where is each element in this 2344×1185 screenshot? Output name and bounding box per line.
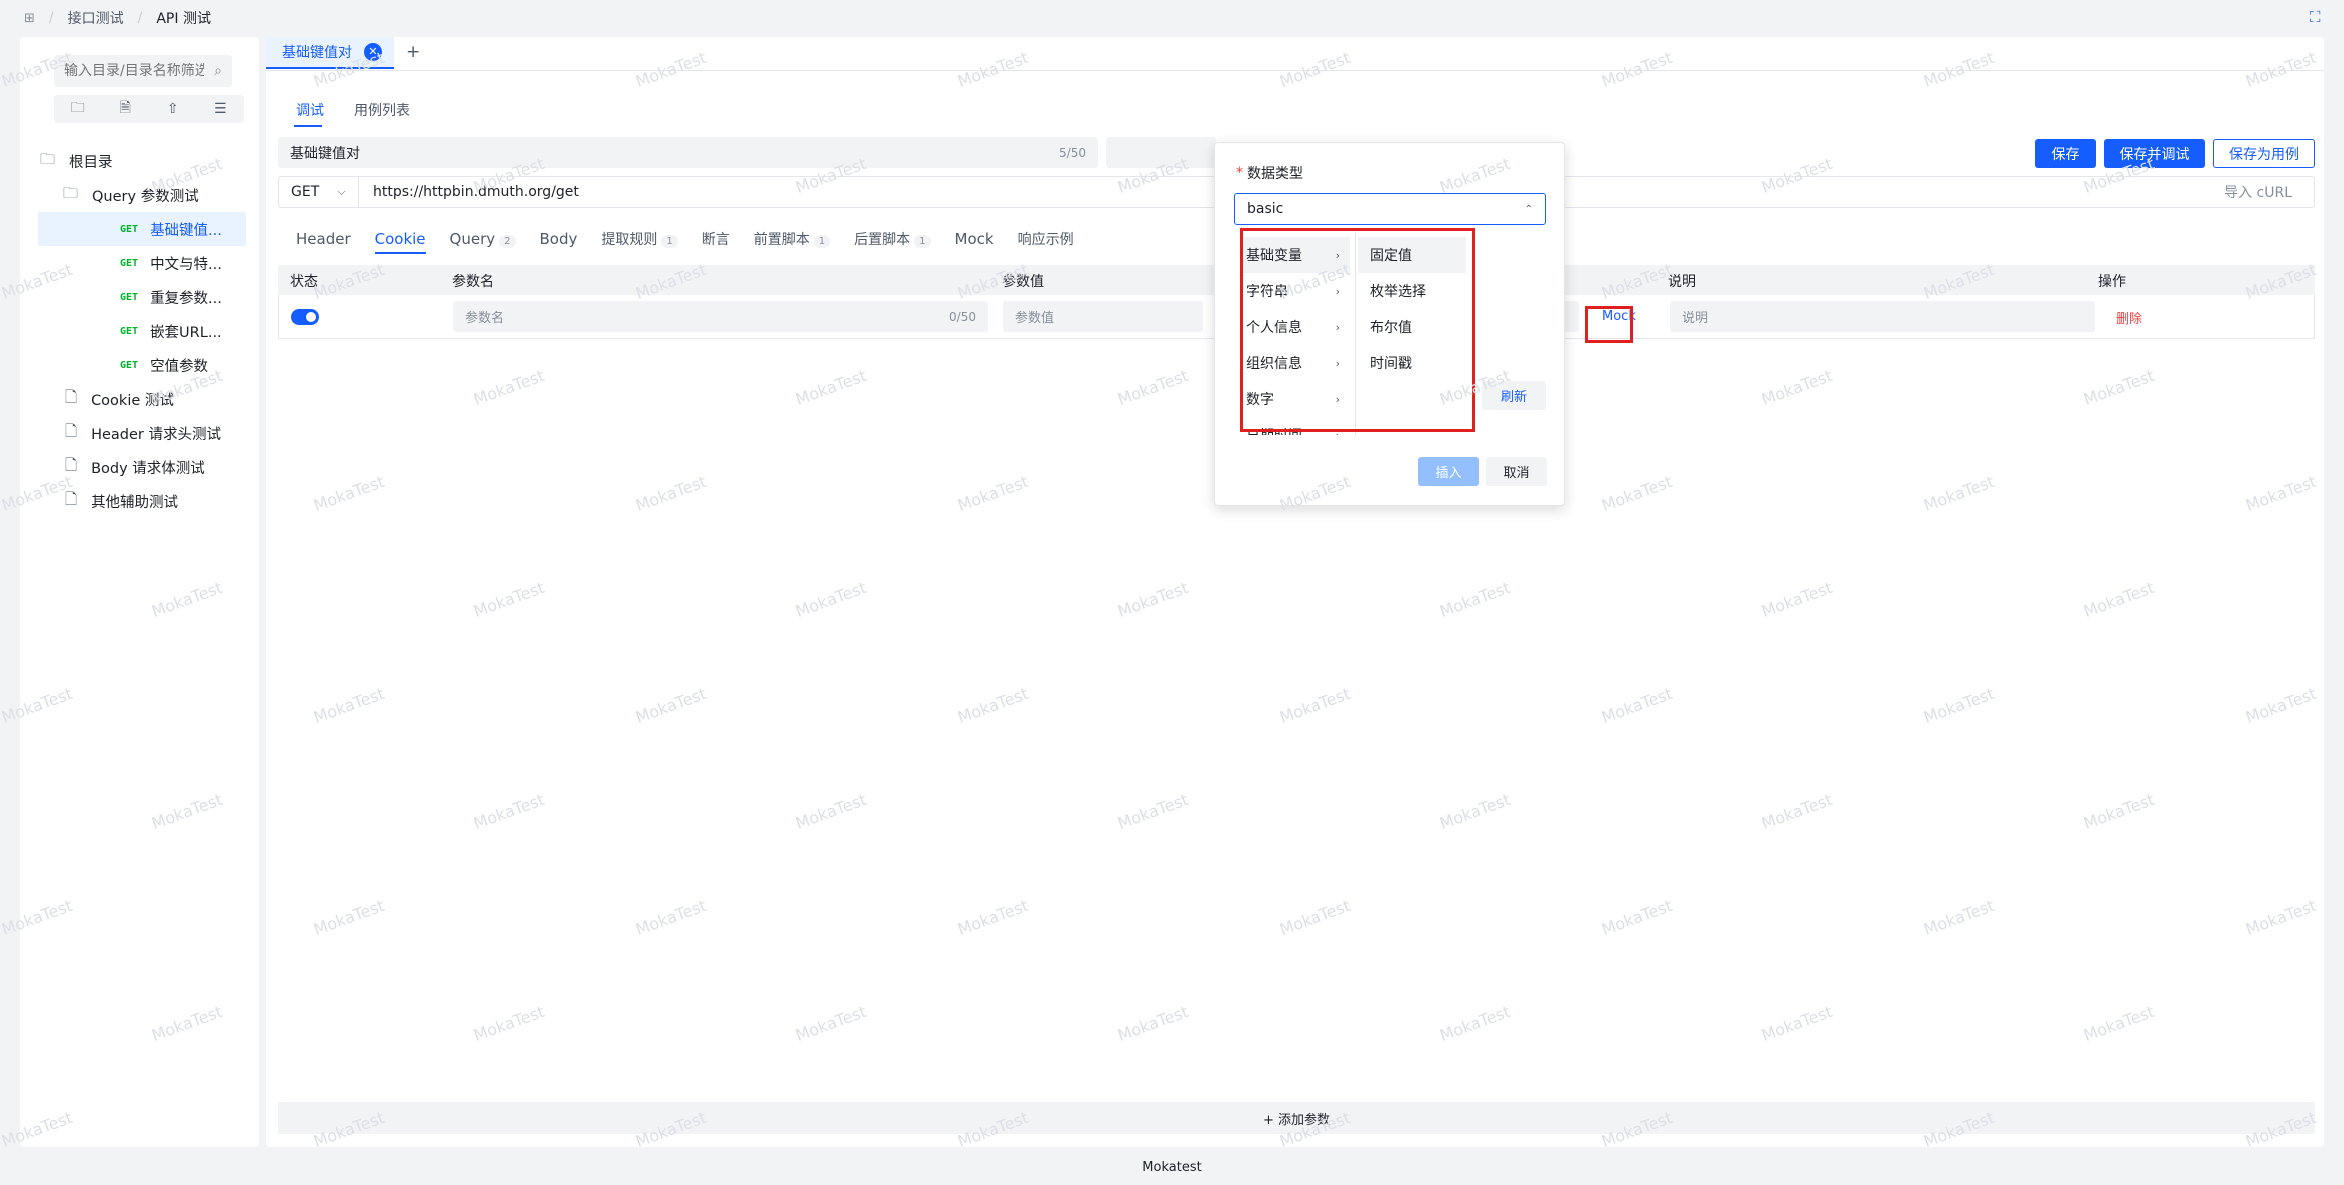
highlight-box-mock bbox=[1585, 306, 1633, 343]
upload-icon[interactable]: ⇧ bbox=[149, 101, 196, 117]
add-folder-icon[interactable]: 🗀 bbox=[54, 97, 101, 121]
th-desc: 说明 bbox=[1668, 274, 1696, 290]
th-value: 参数值 bbox=[1002, 274, 1044, 290]
tree-node-selected[interactable]: GET 基础键值... bbox=[38, 212, 246, 246]
count-badge: 1 bbox=[661, 235, 678, 248]
param-desc-input[interactable]: 说明 bbox=[1670, 301, 2095, 332]
sort-icon[interactable]: ☰ bbox=[197, 101, 244, 117]
tree-node-root[interactable]: 🗀 根目录 bbox=[40, 144, 113, 178]
mode-tab-debug[interactable]: 调试 bbox=[296, 100, 324, 120]
file-icon: 🗋 bbox=[65, 455, 78, 474]
file-icon: 🗋 bbox=[65, 421, 78, 440]
folder-icon: 🗀 bbox=[63, 183, 79, 202]
param-value-input[interactable]: 参数值 bbox=[1003, 301, 1203, 332]
th-op: 操作 bbox=[2098, 274, 2126, 290]
chevron-up-icon: ⌃ bbox=[1524, 203, 1533, 215]
refresh-button[interactable]: 刷新 bbox=[1482, 381, 1546, 410]
tree-node-other[interactable]: 🗋 其他辅助测试 bbox=[65, 484, 178, 518]
tree-node-query[interactable]: 🗀 Query 参数测试 bbox=[63, 178, 199, 212]
tree-node-get[interactable]: GET 中文与特... bbox=[120, 246, 222, 280]
breadcrumb: ⊞ / 接口测试 / API 测试 bbox=[0, 0, 2344, 36]
subtab-cookie[interactable]: Cookie bbox=[374, 230, 426, 254]
file-icon: 🗋 bbox=[65, 387, 78, 406]
subtab-indicator bbox=[374, 252, 426, 254]
grid-icon[interactable]: ⊞ bbox=[24, 11, 35, 26]
breadcrumb-item-api-test-module[interactable]: 接口测试 bbox=[68, 8, 124, 28]
sidebar: ⌕ 🗀 🗎 ⇧ ☰ 🗀根目录 🗀Query 参数测试 GET基础键值... GE… bbox=[20, 37, 259, 1147]
add-param-button[interactable]: + 添加参数 bbox=[278, 1102, 2315, 1134]
fullscreen-icon[interactable]: ⛶ bbox=[2310, 8, 2321, 26]
chevron-down-icon: ⌵ bbox=[337, 185, 346, 198]
insert-button[interactable]: 插入 bbox=[1418, 457, 1479, 486]
tab-active[interactable]: 基础键值对 ✕ bbox=[266, 37, 394, 69]
th-status: 状态 bbox=[290, 274, 318, 290]
tree-node-header[interactable]: 🗋 Header 请求头测试 bbox=[65, 416, 221, 450]
close-icon[interactable]: ✕ bbox=[364, 43, 382, 61]
footer-text: Mokatest bbox=[1142, 1160, 1202, 1175]
highlight-box-cascader bbox=[1240, 228, 1475, 432]
subtab-assertion[interactable]: 断言 bbox=[702, 229, 730, 249]
tree-toolbar: 🗀 🗎 ⇧ ☰ bbox=[54, 95, 244, 123]
subtab-extract[interactable]: 提取规则 1 bbox=[601, 229, 678, 249]
tree-search[interactable]: ⌕ bbox=[54, 55, 232, 87]
import-curl-button[interactable]: 导入 cURL bbox=[2224, 182, 2292, 202]
tree-node-get[interactable]: GET 重复参数... bbox=[120, 280, 222, 314]
count-badge: 1 bbox=[914, 235, 931, 248]
tree-node-get[interactable]: GET 空值参数 bbox=[120, 348, 208, 382]
request-tags-input[interactable] bbox=[1106, 137, 1216, 168]
th-name: 参数名 bbox=[452, 274, 494, 290]
add-tab-button[interactable]: + bbox=[406, 42, 420, 62]
mode-tab-cases[interactable]: 用例列表 bbox=[354, 100, 410, 120]
tab-divider bbox=[266, 70, 2324, 71]
subtab-response-example[interactable]: 响应示例 bbox=[1018, 229, 1074, 249]
tree-search-input[interactable] bbox=[64, 63, 204, 79]
enable-toggle[interactable] bbox=[291, 309, 319, 325]
mode-tab-indicator bbox=[294, 125, 322, 127]
tree-node-get[interactable]: GET 嵌套URL... bbox=[120, 314, 222, 348]
request-name-input[interactable]: 基础键值对 5/50 bbox=[278, 137, 1098, 168]
subtab-post-script[interactable]: 后置脚本 1 bbox=[854, 229, 931, 249]
delete-button[interactable]: 删除 bbox=[2116, 308, 2142, 327]
count-badge: 2 bbox=[499, 235, 516, 248]
add-file-icon[interactable]: 🗎 bbox=[102, 97, 149, 121]
datatype-label: * 数据类型 bbox=[1236, 165, 1303, 182]
subtab-body[interactable]: Body bbox=[540, 230, 578, 248]
tree-node-cookie[interactable]: 🗋 Cookie 测试 bbox=[65, 382, 174, 416]
save-as-case-button[interactable]: 保存为用例 bbox=[2213, 139, 2315, 168]
count-badge: 1 bbox=[813, 235, 831, 248]
file-icon: 🗋 bbox=[65, 489, 78, 508]
subtab-mock[interactable]: Mock bbox=[955, 230, 994, 248]
subtab-pre-script[interactable]: 前置脚本 1 bbox=[754, 229, 831, 249]
request-subtabs: Header Cookie Query 2 Body 提取规则 1 断言 前置脚本 1… bbox=[296, 227, 1074, 254]
save-and-debug-button[interactable]: 保存并调试 bbox=[2104, 139, 2205, 168]
subtab-header[interactable]: Header bbox=[296, 230, 351, 248]
method-select[interactable]: GET ⌵ bbox=[279, 177, 359, 207]
save-button[interactable]: 保存 bbox=[2035, 139, 2096, 168]
subtab-query[interactable]: Query 2 bbox=[450, 230, 516, 248]
param-name-input[interactable]: 参数名 0/50 bbox=[453, 301, 988, 332]
breadcrumb-item-current: API 测试 bbox=[156, 11, 211, 27]
search-icon[interactable]: ⌕ bbox=[214, 63, 222, 79]
cancel-button[interactable]: 取消 bbox=[1486, 457, 1547, 486]
datatype-select[interactable]: basic ⌃ bbox=[1234, 193, 1546, 225]
tree-node-body[interactable]: 🗋 Body 请求体测试 bbox=[65, 450, 205, 484]
folder-icon: 🗀 bbox=[40, 149, 56, 168]
